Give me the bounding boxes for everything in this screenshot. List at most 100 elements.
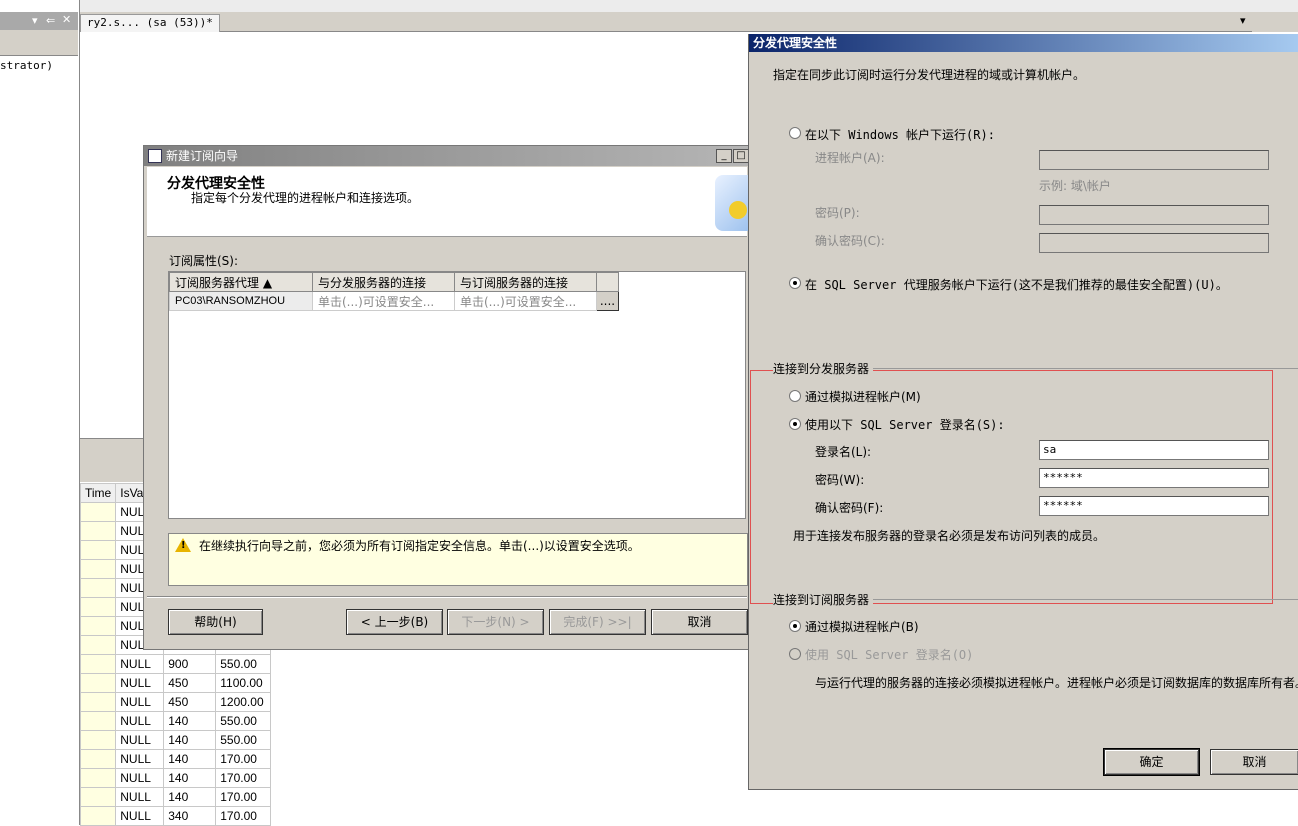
wizard-title: 新建订阅向导 (166, 149, 239, 163)
wizard-app-icon (148, 149, 162, 163)
ok-button[interactable]: 确定 (1104, 749, 1199, 775)
grid-cell[interactable]: 140 (163, 711, 217, 731)
grid-cell[interactable]: 140 (163, 787, 217, 807)
cancel-button[interactable]: 取消 (1210, 749, 1298, 775)
grid-cell[interactable]: 550.00 (215, 654, 272, 674)
tab-dropdown-icon[interactable]: ▾ (1240, 14, 1246, 27)
grid-cell[interactable]: NULL (115, 787, 165, 807)
grid-cell[interactable]: 1100.00 (215, 673, 272, 693)
table-row[interactable]: NULL 340 170.00 (79, 806, 272, 826)
grid-cell[interactable] (79, 730, 117, 750)
grid-cell[interactable] (79, 635, 117, 655)
object-explorer-pane: ▾ ⇐ ✕ strator) (0, 0, 80, 825)
radio-agent-account[interactable] (789, 277, 801, 289)
grid-cell[interactable]: 550.00 (215, 711, 272, 731)
distributor-connection-cell[interactable]: 单击(...)可设置安全... (312, 291, 455, 311)
subscription-agent-grid[interactable]: 订阅服务器代理 ▲ 与分发服务器的连接 与订阅服务器的连接 PC03\RANSO… (168, 271, 746, 519)
grid-cell[interactable]: NULL (115, 711, 165, 731)
grid-cell[interactable]: 450 (163, 673, 217, 693)
grid-cell[interactable] (79, 616, 117, 636)
grid-cell[interactable] (79, 787, 117, 807)
grid-cell[interactable] (79, 540, 117, 560)
subscriber-connection-cell[interactable]: 单击(...)可设置安全... (454, 291, 597, 311)
grid-cell[interactable] (79, 597, 117, 617)
grid-cell[interactable]: 170.00 (215, 749, 272, 769)
radio-impersonate-subscriber[interactable] (789, 620, 801, 632)
grid-cell[interactable]: 900 (163, 654, 217, 674)
back-button[interactable]: < 上一步(B) (346, 609, 443, 635)
table-row[interactable]: NULL 900 550.00 (79, 654, 272, 674)
grid-cell[interactable]: 550.00 (215, 730, 272, 750)
table-row[interactable]: NULL 140 170.00 (79, 749, 272, 769)
column-header-time[interactable]: Time (79, 483, 117, 503)
wizard-separator (147, 596, 747, 598)
grid-cell[interactable]: 170.00 (215, 787, 272, 807)
grid-cell[interactable]: NULL (115, 768, 165, 788)
grid-cell[interactable] (79, 521, 117, 541)
maximize-icon[interactable]: □ (733, 149, 749, 163)
column-header-distributor-connection[interactable]: 与分发服务器的连接 (312, 272, 455, 292)
grid-cell[interactable]: NULL (115, 806, 165, 826)
grid-cell[interactable]: 170.00 (215, 768, 272, 788)
radio-sql-login-distributor[interactable] (789, 418, 801, 430)
radio-sql-login-subscriber[interactable] (789, 648, 801, 660)
grid-cell[interactable] (79, 768, 117, 788)
table-row[interactable]: NULL 140 550.00 (79, 711, 272, 731)
agent-cell[interactable]: PC03\RANSOMZHOU (169, 291, 313, 311)
grid-cell[interactable]: NULL (115, 673, 165, 693)
table-row[interactable]: PC03\RANSOMZHOU 单击(...)可设置安全... 单击(...)可… (169, 291, 619, 311)
confirm-password-input[interactable] (1039, 233, 1269, 253)
dist-confirm-label: 确认密码(F): (815, 501, 884, 515)
dist-confirm-input[interactable]: ****** (1039, 496, 1269, 516)
password-input[interactable] (1039, 205, 1269, 225)
radio-windows-account[interactable] (789, 127, 801, 139)
grid-cell[interactable] (79, 711, 117, 731)
process-account-input[interactable] (1039, 150, 1269, 170)
dist-password-input[interactable]: ****** (1039, 468, 1269, 488)
query-tab[interactable]: ry2.s... (sa (53))* (80, 14, 220, 32)
grid-cell[interactable]: 1200.00 (215, 692, 272, 712)
wizard-subheading: 指定每个分发代理的进程帐户和连接选项。 (191, 191, 420, 205)
grid-cell[interactable] (79, 806, 117, 826)
grid-cell[interactable] (79, 749, 117, 769)
grid-cell[interactable] (79, 692, 117, 712)
table-row[interactable]: NULL 140 170.00 (79, 768, 272, 788)
table-row[interactable]: NULL 140 550.00 (79, 730, 272, 750)
login-input[interactable]: sa (1039, 440, 1269, 460)
grid-cell[interactable] (79, 654, 117, 674)
security-titlebar[interactable]: 分发代理安全性 (749, 34, 1298, 52)
grid-cell[interactable] (79, 502, 117, 522)
grid-cell[interactable] (79, 559, 117, 579)
grid-cell[interactable]: NULL (115, 749, 165, 769)
pin-icon[interactable]: ⇐ (46, 14, 55, 27)
grid-cell[interactable]: 450 (163, 692, 217, 712)
column-header-subscriber-connection[interactable]: 与订阅服务器的连接 (454, 272, 597, 292)
ellipsis-button[interactable]: .... (596, 291, 619, 311)
table-row[interactable]: NULL 450 1100.00 (79, 673, 272, 693)
object-explorer-titlebar: ▾ ⇐ ✕ (0, 12, 78, 30)
grid-cell[interactable]: NULL (115, 692, 165, 712)
table-row[interactable]: NULL 140 170.00 (79, 787, 272, 807)
finish-button[interactable]: 完成(F) >>| (549, 609, 646, 635)
grid-cell[interactable]: 170.00 (215, 806, 272, 826)
table-row[interactable]: NULL 450 1200.00 (79, 692, 272, 712)
radio-impersonate-distributor[interactable] (789, 390, 801, 402)
wizard-cancel-button[interactable]: 取消 (651, 609, 748, 635)
grid-cell[interactable]: 140 (163, 730, 217, 750)
close-icon[interactable]: ✕ (62, 13, 71, 26)
dropdown-arrow-icon[interactable]: ▾ (32, 14, 38, 27)
help-button[interactable]: 帮助(H) (168, 609, 263, 635)
grid-cell[interactable] (79, 578, 117, 598)
wizard-titlebar[interactable]: 新建订阅向导 _ □ (144, 146, 749, 166)
minimize-icon[interactable]: _ (716, 149, 732, 163)
grid-cell[interactable]: NULL (115, 730, 165, 750)
grid-cell[interactable] (79, 673, 117, 693)
grid-cell[interactable]: 140 (163, 768, 217, 788)
column-header-agent[interactable]: 订阅服务器代理 ▲ (169, 272, 313, 292)
grid-cell[interactable]: 140 (163, 749, 217, 769)
grid-cell[interactable]: NULL (115, 654, 165, 674)
confirm-password-label: 确认密码(C): (815, 234, 885, 248)
grid-cell[interactable]: 340 (163, 806, 217, 826)
object-explorer-node[interactable]: strator) (0, 59, 53, 72)
next-button[interactable]: 下一步(N) > (447, 609, 544, 635)
